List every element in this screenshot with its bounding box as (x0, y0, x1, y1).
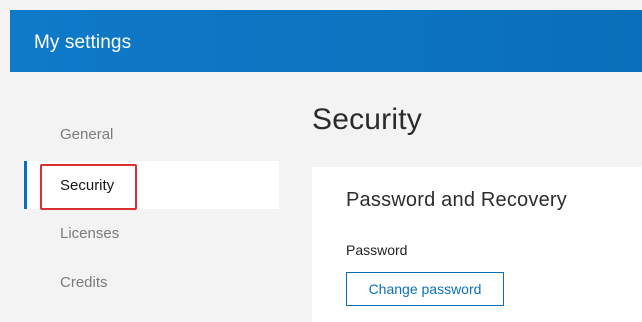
settings-sidebar: General Security Licenses Credits (10, 72, 280, 322)
card-title: Password and Recovery (346, 189, 567, 211)
sidebar-item-licenses[interactable]: Licenses (24, 209, 279, 257)
sidebar-item-label: Licenses (60, 224, 120, 242)
password-label: Password (346, 242, 408, 258)
change-password-button[interactable]: Change password (346, 272, 504, 306)
app-header: My settings (10, 10, 642, 72)
page-title: Security (312, 103, 422, 136)
security-highlight-box (40, 164, 137, 210)
password-recovery-card: Password and Recovery Password Change pa… (312, 167, 642, 322)
app-title: My settings (34, 32, 132, 53)
screenshot-frame: My settings General Security Licenses Cr… (0, 0, 642, 322)
sidebar-item-label: Credits (60, 273, 108, 291)
sidebar-item-credits[interactable]: Credits (24, 258, 279, 306)
settings-page: General Security Licenses Credits Securi… (10, 72, 642, 322)
sidebar-item-label: General (60, 125, 114, 143)
sidebar-item-general[interactable]: General (24, 110, 279, 158)
